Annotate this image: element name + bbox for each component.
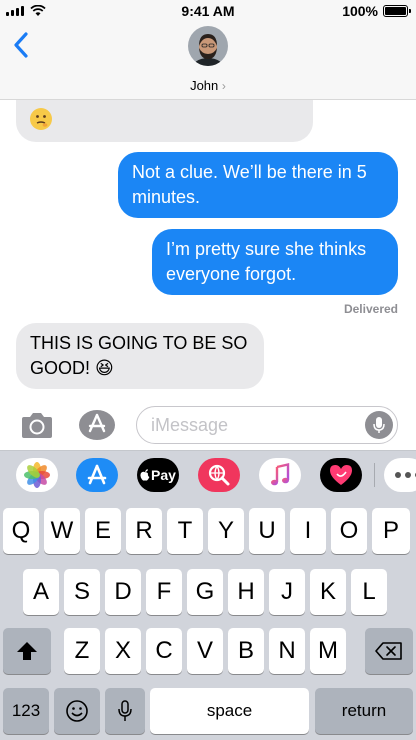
key-v[interactable]: V [187, 628, 223, 674]
contact-name: John [190, 78, 219, 93]
thinking-face-emoji [30, 108, 52, 130]
key-s[interactable]: S [64, 569, 100, 615]
music-note-icon[interactable] [259, 458, 301, 492]
key-q[interactable]: Q [3, 508, 39, 554]
message-text: I’m pretty sure she thinks everyone forg… [166, 239, 367, 284]
return-key[interactable]: return [315, 688, 413, 734]
heart-icon[interactable] [320, 458, 362, 492]
emoji-face-icon [66, 700, 88, 722]
key-k[interactable]: K [310, 569, 346, 615]
key-f[interactable]: F [146, 569, 182, 615]
key-y[interactable]: Y [208, 508, 244, 554]
message-text: Not a clue. We’ll be there in 5 minutes. [132, 162, 367, 207]
key-n[interactable]: N [269, 628, 305, 674]
contact-avatar[interactable] [188, 26, 228, 66]
numbers-key[interactable]: 123 [3, 688, 49, 734]
message-bubble-outgoing[interactable]: I’m pretty sure she thinks everyone forg… [152, 229, 398, 295]
shift-arrow-icon [17, 642, 37, 660]
key-m[interactable]: M [310, 628, 346, 674]
delete-key[interactable] [365, 628, 413, 674]
key-l[interactable]: L [351, 569, 387, 615]
app-store-icon[interactable] [76, 458, 118, 492]
shift-key[interactable] [3, 628, 51, 674]
key-p[interactable]: P [372, 508, 410, 554]
backspace-icon [375, 642, 402, 660]
contact-name-button[interactable]: John › [0, 78, 416, 93]
message-bubble-outgoing[interactable]: Not a clue. We’ll be there in 5 minutes. [118, 152, 398, 218]
key-h[interactable]: H [228, 569, 264, 615]
message-input[interactable] [151, 407, 351, 443]
emoji-key[interactable] [54, 688, 100, 734]
key-c[interactable]: C [146, 628, 182, 674]
delivered-status: Delivered [343, 302, 398, 316]
key-o[interactable]: O [331, 508, 367, 554]
message-input-container[interactable] [136, 406, 398, 444]
message-bubble-incoming[interactable]: THIS IS GOING TO BE SO GOOD! 😆 [16, 323, 264, 389]
microphone-icon [118, 700, 132, 721]
key-g[interactable]: G [187, 569, 223, 615]
key-x[interactable]: X [105, 628, 141, 674]
apple-pay-icon[interactable]: Pay [137, 458, 179, 492]
key-i[interactable]: I [290, 508, 326, 554]
camera-icon[interactable] [19, 411, 55, 439]
key-b[interactable]: B [228, 628, 264, 674]
key-u[interactable]: U [249, 508, 285, 554]
app-drawer-separator [374, 463, 375, 487]
key-w[interactable]: W [44, 508, 80, 554]
back-chevron-icon[interactable] [10, 30, 34, 60]
battery-percentage: 100% [342, 3, 378, 19]
key-d[interactable]: D [105, 569, 141, 615]
key-a[interactable]: A [23, 569, 59, 615]
dictation-key[interactable] [105, 688, 145, 734]
conversation-header: 9:41 AM 100% John › [0, 0, 416, 100]
key-e[interactable]: E [85, 508, 121, 554]
compose-bar [0, 400, 416, 450]
more-icon[interactable] [384, 458, 416, 492]
app-drawer: Pay [0, 450, 416, 498]
chevron-right-icon: › [221, 79, 226, 93]
apple-pay-label: Pay [151, 467, 176, 483]
key-z[interactable]: Z [64, 628, 100, 674]
status-bar: 9:41 AM 100% [0, 0, 416, 22]
message-text: THIS IS GOING TO BE SO GOOD! 😆 [30, 333, 248, 378]
key-t[interactable]: T [167, 508, 203, 554]
space-key[interactable]: space [150, 688, 309, 734]
app-store-icon[interactable] [78, 409, 116, 441]
battery-icon [383, 5, 411, 17]
globe-search-icon[interactable] [198, 458, 240, 492]
photos-icon[interactable] [16, 458, 58, 492]
microphone-icon[interactable] [365, 411, 393, 439]
keyboard: Q W E R T Y U I O P A S D F G H J K L Z … [0, 498, 416, 740]
key-r[interactable]: R [126, 508, 162, 554]
key-j[interactable]: J [269, 569, 305, 615]
